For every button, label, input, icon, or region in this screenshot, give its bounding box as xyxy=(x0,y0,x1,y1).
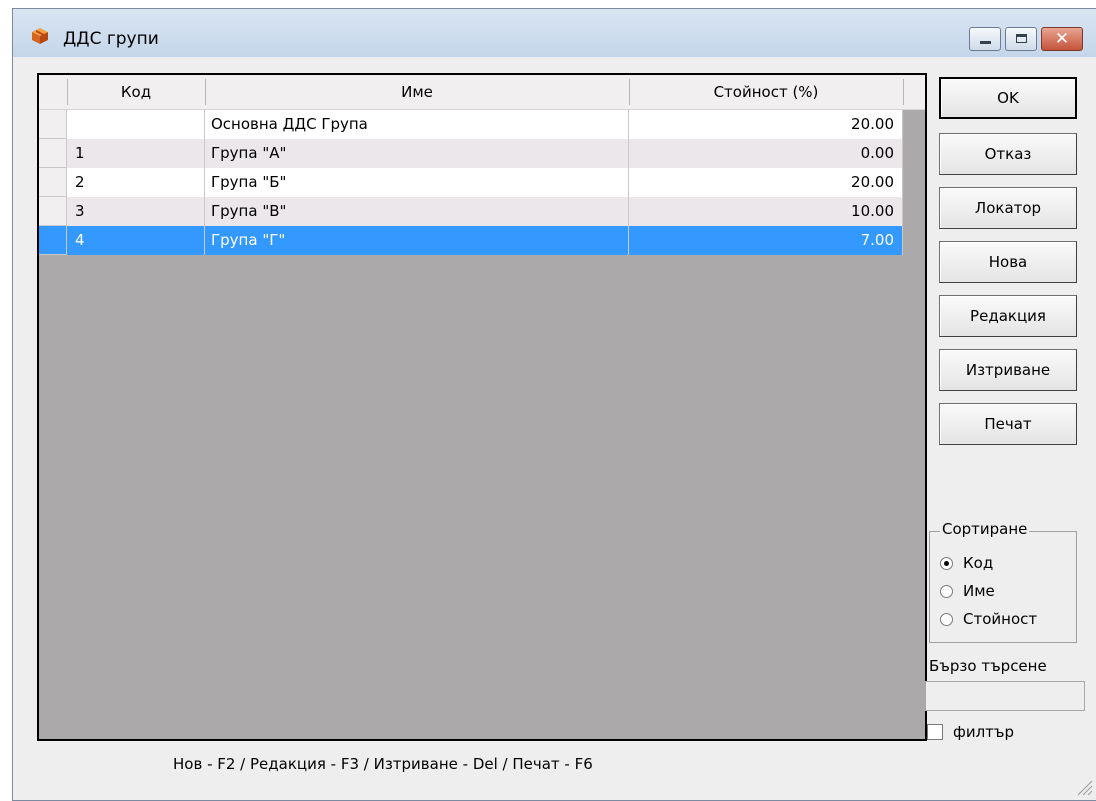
window-title: ДДС групи xyxy=(63,29,159,49)
close-button[interactable]: ✕ xyxy=(1041,27,1083,51)
cell-kod: 2 xyxy=(67,168,205,197)
sort-option-label: Име xyxy=(963,582,995,600)
edit-button[interactable]: Редакция xyxy=(939,295,1077,337)
resize-grip-icon[interactable] xyxy=(1073,776,1093,796)
dds-groups-window: ДДС групи ✕ Код Име Стойност (%) Основна… xyxy=(12,8,1096,801)
quick-search-input[interactable] xyxy=(925,681,1085,711)
radio-selected-icon[interactable] xyxy=(940,556,953,570)
ok-button[interactable]: OK xyxy=(939,77,1077,119)
table-row[interactable]: Основна ДДС Група 20.00 xyxy=(39,110,925,139)
cell-ime: Група "А" xyxy=(205,139,629,168)
dds-groups-grid[interactable]: Код Име Стойност (%) Основна ДДС Група 2… xyxy=(37,73,927,741)
table-row[interactable]: 3 Група "В" 10.00 xyxy=(39,197,925,226)
window-controls: ✕ xyxy=(969,27,1083,51)
maximize-button[interactable] xyxy=(1005,27,1037,51)
shortcut-hint: Нов - F2 / Редакция - F3 / Изтриване - D… xyxy=(173,755,593,773)
maximize-icon xyxy=(1016,34,1027,43)
delete-button[interactable]: Изтриване xyxy=(939,349,1077,391)
cell-ime: Група "Б" xyxy=(205,168,629,197)
checkbox-icon[interactable] xyxy=(927,724,943,740)
sort-legend: Сортиране xyxy=(940,520,1030,538)
cell-kod: 3 xyxy=(67,197,205,226)
filter-checkbox[interactable]: филтър xyxy=(927,723,1014,741)
cell-ime: Група "Г" xyxy=(205,226,629,255)
sort-option-ime[interactable]: Име xyxy=(940,582,995,600)
grid-header: Код Име Стойност (%) xyxy=(39,75,925,110)
box-icon xyxy=(32,28,48,44)
cell-value: 20.00 xyxy=(629,110,903,139)
cell-kod xyxy=(67,110,205,139)
sort-option-value[interactable]: Стойност xyxy=(940,610,1037,628)
minimize-icon xyxy=(980,41,991,44)
cell-ime: Група "В" xyxy=(205,197,629,226)
cell-ime: Основна ДДС Група xyxy=(205,110,629,139)
column-header-ime[interactable]: Име xyxy=(205,75,629,109)
row-indicator[interactable] xyxy=(39,226,67,255)
close-icon: ✕ xyxy=(1054,29,1070,49)
row-indicator[interactable] xyxy=(39,110,67,139)
quick-search-label: Бързо търсене xyxy=(929,657,1047,675)
sort-option-label: Стойност xyxy=(963,610,1038,628)
title-bar[interactable]: ДДС групи ✕ xyxy=(13,9,1096,57)
filter-label: филтър xyxy=(953,723,1015,741)
column-header-kod[interactable]: Код xyxy=(67,75,205,109)
cell-value: 10.00 xyxy=(629,197,903,226)
cancel-button[interactable]: Отказ xyxy=(939,133,1077,175)
row-indicator[interactable] xyxy=(39,197,67,226)
table-row-selected[interactable]: 4 Група "Г" 7.00 xyxy=(39,226,925,255)
row-indicator[interactable] xyxy=(39,139,67,168)
header-separator xyxy=(903,79,904,105)
sort-option-kod[interactable]: Код xyxy=(940,554,993,572)
sort-option-label: Код xyxy=(963,554,994,572)
row-indicator[interactable] xyxy=(39,168,67,197)
column-header-value[interactable]: Стойност (%) xyxy=(629,75,903,109)
locator-button[interactable]: Локатор xyxy=(939,187,1077,229)
radio-icon[interactable] xyxy=(940,612,953,626)
cell-value: 7.00 xyxy=(629,226,903,255)
sort-group: Сортиране Код Име Стойност xyxy=(929,520,1077,643)
cell-kod: 1 xyxy=(67,139,205,168)
print-button[interactable]: Печат xyxy=(939,403,1077,445)
minimize-button[interactable] xyxy=(969,27,1001,51)
cell-kod: 4 xyxy=(67,226,205,255)
table-row[interactable]: 1 Група "А" 0.00 xyxy=(39,139,925,168)
cell-value: 0.00 xyxy=(629,139,903,168)
table-row[interactable]: 2 Група "Б" 20.00 xyxy=(39,168,925,197)
radio-icon[interactable] xyxy=(940,584,953,598)
cell-value: 20.00 xyxy=(629,168,903,197)
new-button[interactable]: Нова xyxy=(939,241,1077,283)
